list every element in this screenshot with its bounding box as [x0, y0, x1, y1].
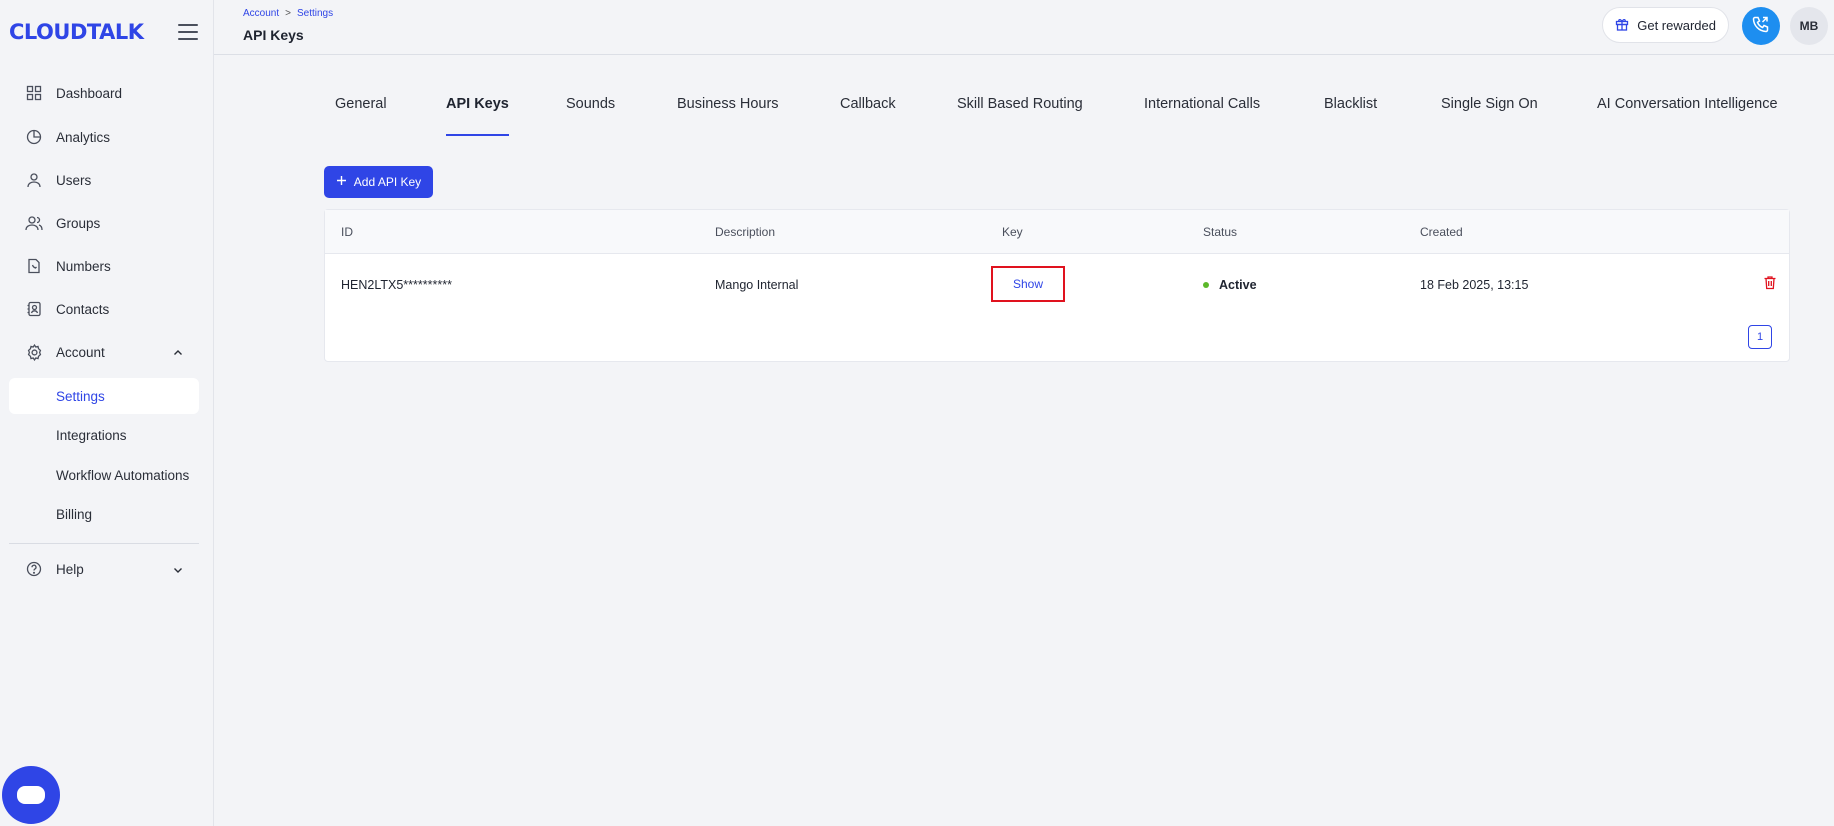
column-header-created: Created: [1420, 225, 1463, 239]
tab-api-keys[interactable]: API Keys: [446, 96, 509, 136]
sidebar-item-label: Groups: [56, 215, 101, 231]
sidebar-item-label: Numbers: [56, 258, 111, 274]
sidebar-subitem-label: Settings: [56, 388, 105, 404]
sidebar-item-account[interactable]: Account: [9, 333, 199, 371]
add-api-key-label: Add API Key: [353, 175, 422, 189]
tab-business-hours[interactable]: Business Hours: [677, 96, 779, 136]
phone-book-icon: [24, 256, 44, 276]
sidebar-item-label: Users: [56, 172, 92, 188]
api-key-id: HEN2LTX5**********: [341, 278, 452, 292]
sidebar-subitem-label: Billing: [56, 506, 93, 522]
gear-icon: [24, 342, 44, 362]
plus-icon: [336, 175, 347, 189]
sidebar-item-analytics[interactable]: Analytics: [9, 118, 199, 156]
pie-chart-icon: [24, 127, 44, 147]
sidebar-item-label: Contacts: [56, 301, 110, 317]
column-header-id: ID: [341, 225, 353, 239]
user-icon: [24, 170, 44, 190]
page-title: API Keys: [243, 27, 304, 43]
chevron-up-icon: [173, 345, 183, 363]
status-label: Active: [1219, 278, 1257, 292]
sidebar-subitem-workflow-automations[interactable]: Workflow Automations: [9, 457, 199, 493]
column-header-description: Description: [715, 225, 776, 239]
sidebar-item-label: Analytics: [56, 129, 111, 145]
sidebar-item-help[interactable]: Help: [9, 550, 199, 588]
breadcrumb-separator: >: [285, 8, 291, 19]
sidebar-item-users[interactable]: Users: [9, 161, 199, 199]
tab-ai-conversation-intelligence[interactable]: AI Conversation Intelligence: [1597, 96, 1778, 136]
chevron-down-icon: [173, 562, 183, 580]
breadcrumb-settings[interactable]: Settings: [297, 8, 333, 19]
tab-single-sign-on[interactable]: Single Sign On: [1441, 96, 1538, 136]
tab-general[interactable]: General: [335, 96, 387, 136]
menu-toggle-icon[interactable]: [178, 24, 198, 40]
tab-blacklist[interactable]: Blacklist: [1324, 96, 1377, 136]
tab-international-calls[interactable]: International Calls: [1144, 96, 1260, 136]
column-header-key: Key: [1002, 225, 1023, 239]
chat-widget-button[interactable]: [2, 766, 60, 824]
pagination-page-button[interactable]: 1: [1748, 325, 1772, 349]
gift-icon: [1615, 17, 1629, 34]
status-dot: [1203, 282, 1209, 288]
get-rewarded-button[interactable]: Get rewarded: [1602, 7, 1729, 43]
show-key-button[interactable]: Show: [991, 266, 1065, 302]
table-header: ID Description Key Status Created: [325, 210, 1789, 254]
api-key-created: 18 Feb 2025, 13:15: [1420, 278, 1529, 292]
contacts-icon: [24, 299, 44, 319]
trash-icon[interactable]: [1763, 275, 1777, 295]
cloudtalk-logo[interactable]: CLOUDTALK: [9, 20, 144, 44]
phone-button[interactable]: [1742, 7, 1780, 45]
group-icon: [24, 213, 44, 233]
sidebar-subitem-label: Integrations: [56, 427, 127, 443]
sidebar-item-label: Dashboard: [56, 85, 123, 101]
chat-icon: [17, 786, 45, 804]
tab-callback[interactable]: Callback: [840, 96, 896, 136]
tab-skill-based-routing[interactable]: Skill Based Routing: [957, 96, 1083, 136]
avatar[interactable]: MB: [1790, 7, 1828, 45]
sidebar-subitem-integrations[interactable]: Integrations: [9, 417, 199, 453]
sidebar-divider: [9, 543, 199, 544]
phone-icon: [1752, 15, 1770, 38]
help-icon: [24, 559, 44, 579]
sidebar: CLOUDTALK Dashboard Analytics Users Grou…: [0, 0, 214, 826]
breadcrumb-account[interactable]: Account: [243, 8, 279, 19]
column-header-status: Status: [1203, 225, 1238, 239]
sidebar-subitem-settings[interactable]: Settings: [9, 378, 199, 414]
api-key-description: Mango Internal: [715, 278, 799, 292]
get-rewarded-label: Get rewarded: [1637, 17, 1716, 33]
add-api-key-button[interactable]: Add API Key: [324, 166, 433, 198]
sidebar-item-dashboard[interactable]: Dashboard: [9, 74, 199, 112]
sidebar-item-label: Account: [56, 344, 105, 360]
sidebar-item-numbers[interactable]: Numbers: [9, 247, 199, 285]
tab-sounds[interactable]: Sounds: [566, 96, 615, 136]
breadcrumb: Account > Settings: [243, 8, 333, 19]
sidebar-subitem-billing[interactable]: Billing: [9, 496, 199, 532]
sidebar-item-groups[interactable]: Groups: [9, 204, 199, 242]
sidebar-item-label: Help: [56, 561, 84, 577]
sidebar-subitem-label: Workflow Automations: [56, 467, 190, 483]
dashboard-icon: [24, 83, 44, 103]
api-keys-table: ID Description Key Status Created HEN2LT…: [324, 209, 1790, 362]
sidebar-item-contacts[interactable]: Contacts: [9, 290, 199, 328]
status-badge: Active: [1203, 278, 1257, 292]
top-header: Account > Settings API Keys Get rewarded…: [214, 0, 1834, 55]
